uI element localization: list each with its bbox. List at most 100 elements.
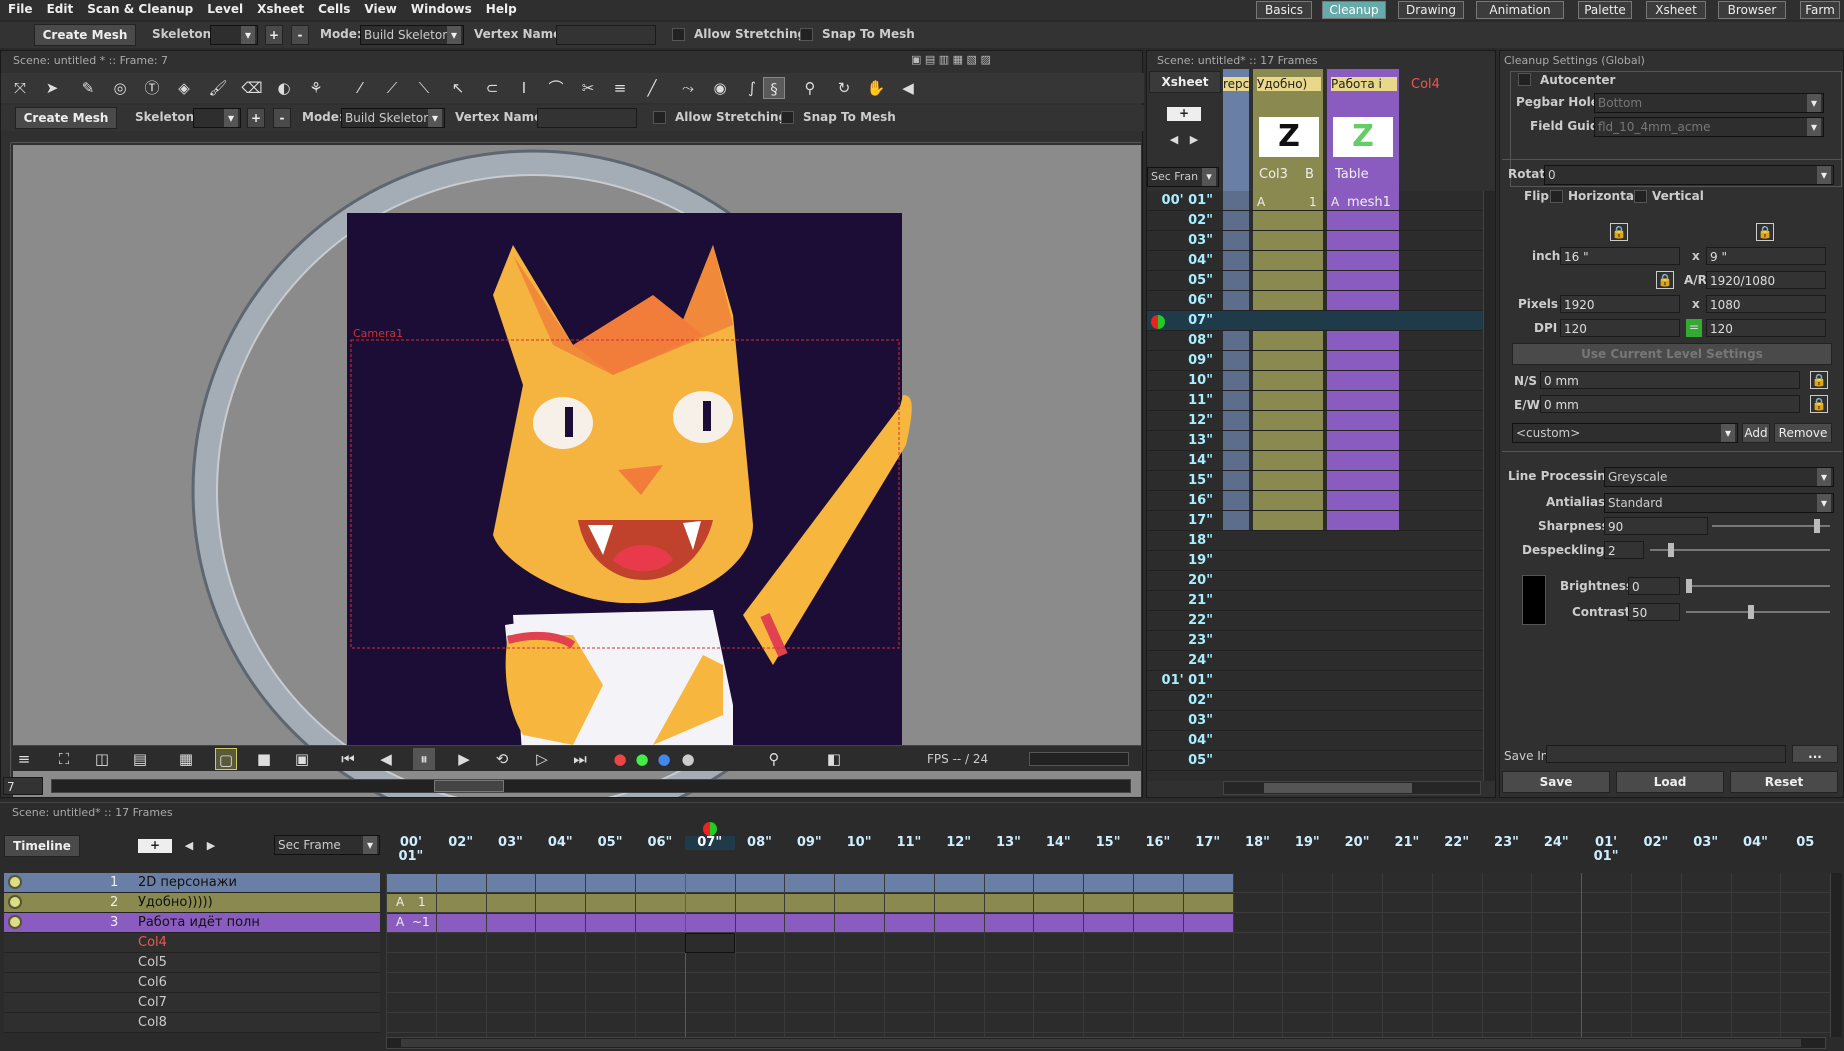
add-preset-button[interactable]: Add (1742, 423, 1770, 443)
mode-dropdown-2[interactable]: Build Skeleton (341, 108, 445, 128)
timeline-frame-label[interactable]: 02" (436, 836, 486, 850)
control-point-tool-icon[interactable]: ⟋ (381, 77, 403, 99)
layer-name[interactable]: Удобно))))) (138, 895, 213, 910)
timeline-track[interactable] (386, 873, 1830, 893)
viewer-menu-icon[interactable]: ≡ (13, 748, 35, 770)
collapse-toolbar-icon[interactable]: ◀ (897, 77, 919, 99)
xsheet-row[interactable]: 18" (1147, 531, 1483, 551)
xsheet-row[interactable]: 13" (1147, 431, 1483, 451)
timeline-next-icon[interactable]: ▶ (200, 835, 222, 857)
geometric-tool-icon[interactable]: ◎ (109, 77, 131, 99)
timeline-track[interactable] (386, 913, 1830, 933)
contrast-field[interactable]: 50 (1628, 603, 1680, 621)
type-tool-icon[interactable]: Ⓣ (141, 77, 163, 99)
timeline-add-icon[interactable]: + (138, 839, 172, 853)
room-tab-xsheet[interactable]: Xsheet (1646, 1, 1706, 19)
last-frame-icon[interactable]: ⏭ (569, 748, 591, 770)
hook-tool-icon[interactable]: ⤳ (677, 77, 699, 99)
timeline-track[interactable] (386, 993, 1830, 1013)
pixels-height-field[interactable]: 1080 (1706, 295, 1826, 313)
xsheet-row[interactable]: 16" (1147, 491, 1483, 511)
timeline-frame-label[interactable]: 22" (1432, 836, 1482, 850)
xsheet-row[interactable]: 02" (1147, 211, 1483, 231)
timeline-track[interactable] (386, 933, 1830, 953)
xsheet-row[interactable]: 09" (1147, 351, 1483, 371)
timeline-cell-block[interactable] (386, 874, 1233, 892)
timeline-frame-label[interactable]: 20" (1332, 836, 1382, 850)
rotate-tool-icon[interactable]: ↻ (833, 77, 855, 99)
timeline-layer-row[interactable]: Col5 (4, 953, 380, 973)
layer-name[interactable]: Col4 (138, 935, 167, 950)
background-icon[interactable]: ⛶ (53, 748, 75, 770)
room-tab-basics[interactable]: Basics (1256, 1, 1312, 19)
remove-preset-button[interactable]: Remove (1774, 423, 1832, 443)
timeline-frame-label[interactable]: 06" (635, 836, 685, 850)
room-tab-palette[interactable]: Palette (1578, 1, 1632, 19)
browse-button[interactable]: ... (1792, 745, 1838, 763)
timeline-frame-label[interactable]: 05 (1780, 836, 1830, 850)
bender-tool-icon[interactable]: I (513, 77, 535, 99)
timeline-frame-label[interactable]: 02" (1631, 836, 1681, 850)
lock-icon-2[interactable]: 🔒 (1756, 223, 1774, 241)
white-bg-icon[interactable]: ■ (253, 748, 275, 770)
save-button[interactable]: Save (1502, 771, 1610, 793)
timeline-frame-label[interactable]: 07" (684, 836, 735, 850)
timeline-frame-label[interactable]: 23" (1482, 836, 1532, 850)
xsheet-row[interactable]: 23" (1147, 631, 1483, 651)
skeleton-add-button[interactable]: + (265, 25, 283, 45)
prev-frame-icon[interactable]: ◀ (375, 748, 397, 770)
horizontal-checkbox[interactable] (1550, 190, 1563, 203)
brightness-slider[interactable] (1686, 579, 1830, 593)
selection-tool-icon[interactable]: ➤ (41, 77, 63, 99)
load-button[interactable]: Load (1616, 771, 1724, 793)
xsheet-row[interactable]: 01' 01" (1147, 671, 1483, 691)
xsheet-hscroll[interactable] (1223, 781, 1481, 795)
color-swatch[interactable] (1522, 575, 1546, 625)
sec-frame-dropdown[interactable]: Sec Fran (1147, 167, 1219, 187)
xsheet-hscroll-handle[interactable] (1264, 783, 1412, 793)
visibility-toggle-icon[interactable] (8, 875, 22, 889)
fill-tool-icon[interactable]: ◈ (173, 77, 195, 99)
timeline-layer-row[interactable]: Col8 (4, 1013, 380, 1033)
create-mesh-button[interactable]: Create Mesh (34, 24, 136, 46)
timeline-frame-label[interactable]: 03" (1681, 836, 1731, 850)
sharpness-handle[interactable] (1814, 519, 1820, 533)
rotate-dropdown[interactable]: 0 (1544, 165, 1834, 185)
timeline-frame-label[interactable]: 03" (486, 836, 536, 850)
create-mesh-button-2[interactable]: Create Mesh (15, 107, 117, 129)
next-frame-icon[interactable]: ▷ (531, 748, 553, 770)
iron-tool-icon[interactable]: ⌒ (545, 77, 567, 99)
sharpness-slider[interactable] (1712, 519, 1830, 533)
xsheet-row[interactable]: 07" (1147, 311, 1483, 331)
vertical-checkbox[interactable] (1634, 190, 1647, 203)
xsheet-row[interactable]: 11" (1147, 391, 1483, 411)
pause-icon[interactable]: ⏸ (413, 748, 435, 770)
add-column-icon[interactable]: + (1167, 107, 1201, 121)
xsheet-row[interactable]: 24" (1147, 651, 1483, 671)
timeline-frame-label[interactable]: 17" (1183, 836, 1233, 850)
ew-lock-icon[interactable]: 🔒 (1810, 395, 1828, 413)
xsheet-tab[interactable]: Xsheet (1149, 71, 1221, 93)
xsheet-row[interactable]: 05" (1147, 271, 1483, 291)
xsheet-row[interactable]: 05" (1147, 751, 1483, 771)
antialias-dropdown[interactable]: Standard (1604, 493, 1834, 513)
layer-name[interactable]: Col8 (138, 1015, 167, 1030)
magnet-tool-icon[interactable]: ⊂ (481, 77, 503, 99)
use-current-level-settings-button[interactable]: Use Current Level Settings (1512, 343, 1832, 365)
sharpness-field[interactable]: 90 (1604, 517, 1708, 535)
preset-dropdown[interactable]: <custom> (1512, 423, 1738, 443)
despeckling-field[interactable]: 2 (1604, 541, 1644, 559)
pixels-width-field[interactable]: 1920 (1560, 295, 1680, 313)
ns-field[interactable]: 0 mm (1540, 371, 1800, 389)
reset-button[interactable]: Reset (1730, 771, 1838, 793)
prev-icon[interactable]: ◀ (1163, 129, 1185, 151)
xsheet-vscroll[interactable] (1483, 191, 1495, 781)
timeline-layer-row[interactable]: 2 Удобно))))) (4, 893, 380, 913)
ns-lock-icon[interactable]: 🔒 (1810, 371, 1828, 389)
xsheet-cell-area[interactable]: A 1 A mesh1 00' 01" 02" 03" 04" 05" 06" 07" 08"… (1147, 191, 1483, 781)
play-icon[interactable]: ▶ (453, 748, 475, 770)
timeline-hscroll-handle[interactable] (401, 1039, 1801, 1047)
room-tab-cleanup[interactable]: Cleanup (1322, 1, 1386, 19)
timeline-frame-label[interactable]: 05" (585, 836, 635, 850)
timeline-frame-label[interactable]: 24" (1531, 836, 1581, 850)
